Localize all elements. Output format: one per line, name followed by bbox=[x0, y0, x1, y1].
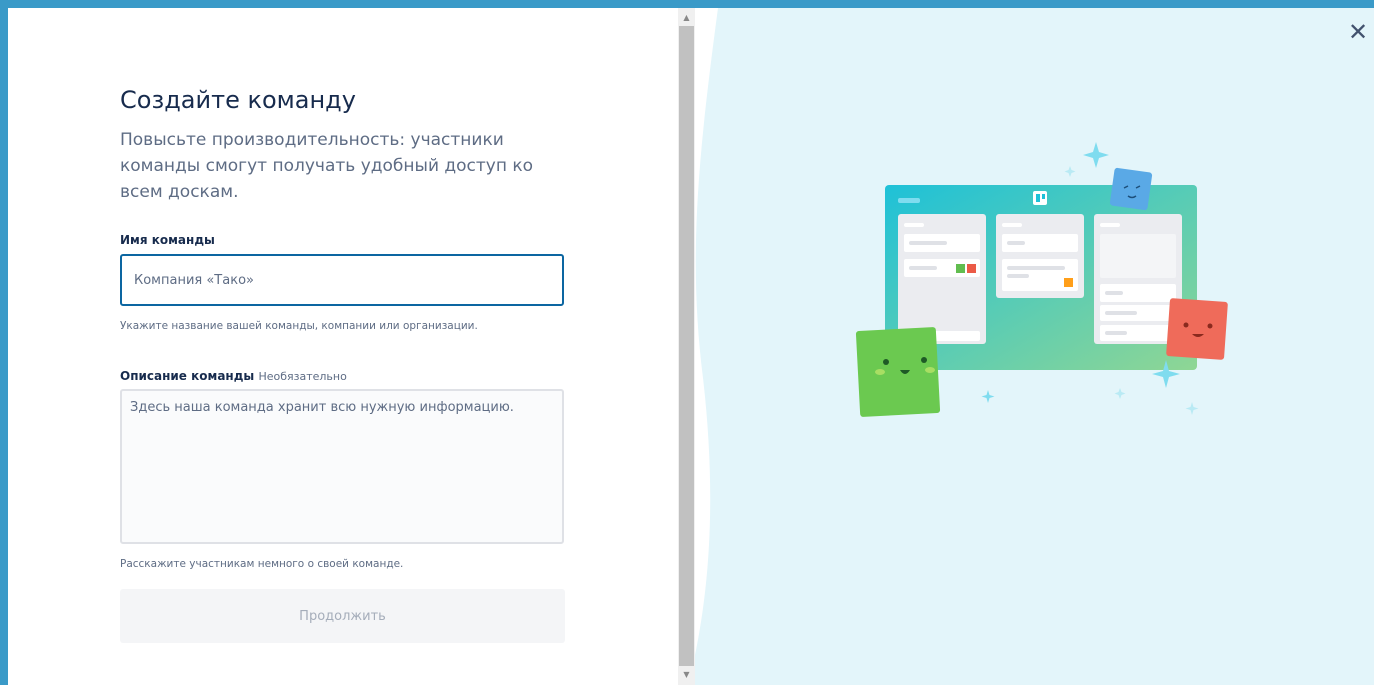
team-description-hint: Расскажите участникам немного о своей ко… bbox=[120, 558, 404, 570]
team-name-label: Имя команды bbox=[120, 233, 215, 247]
dialog-subtitle: Повысьте производительность: участники к… bbox=[120, 130, 534, 202]
create-team-dialog: Создайте команду Повысьте производительн… bbox=[8, 8, 1374, 685]
team-description-label-text: Описание команды bbox=[120, 369, 255, 383]
scroll-down-arrow-icon[interactable]: ▼ bbox=[678, 667, 695, 683]
team-description-textarea[interactable] bbox=[120, 389, 564, 544]
team-name-input[interactable] bbox=[120, 254, 564, 306]
continue-button[interactable]: Продолжить bbox=[120, 589, 565, 643]
form-panel: Создайте команду Повысьте производительн… bbox=[8, 8, 678, 685]
team-board-illustration bbox=[855, 142, 1228, 417]
scroll-up-arrow-icon[interactable]: ▲ bbox=[678, 10, 695, 26]
scroll-thumb[interactable] bbox=[679, 26, 694, 666]
team-name-hint: Укажите название вашей команды, компании… bbox=[120, 320, 478, 332]
scrollbar[interactable]: ▲ ▼ bbox=[678, 8, 695, 685]
close-icon[interactable]: ✕ bbox=[1346, 20, 1370, 44]
dialog-title: Создайте команду bbox=[120, 86, 356, 114]
team-name-label-text: Имя команды bbox=[120, 233, 215, 247]
optional-label: Необязательно bbox=[258, 370, 347, 383]
team-description-label: Описание команды Необязательно bbox=[120, 369, 347, 383]
